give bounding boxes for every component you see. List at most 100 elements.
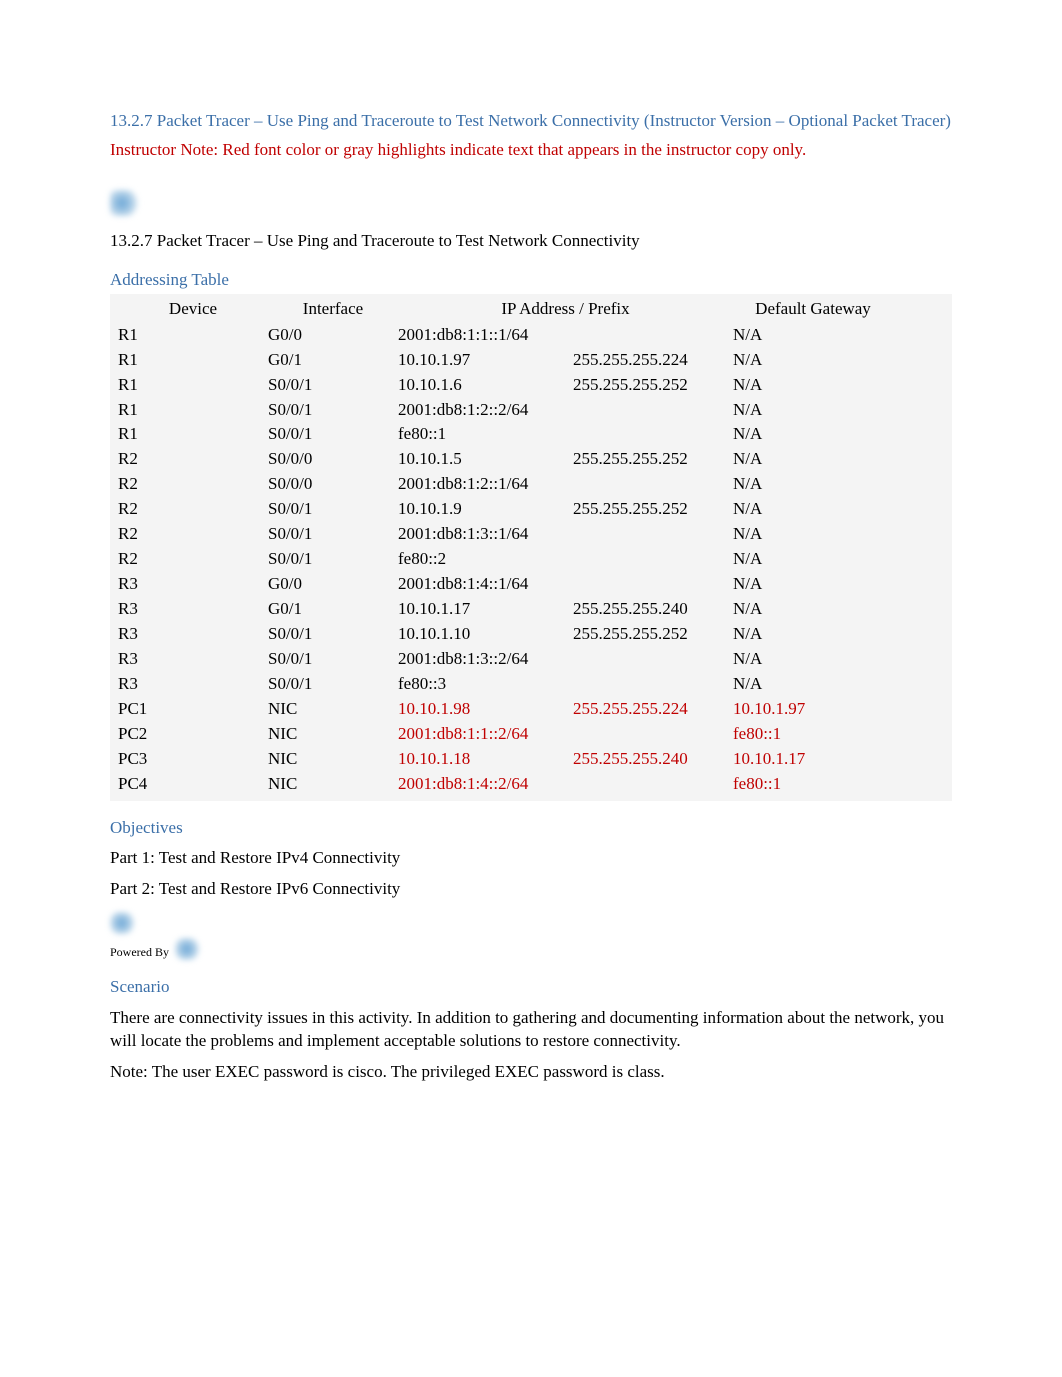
cell-interface: NIC [268,747,398,772]
cell-device: PC2 [114,722,268,747]
cell-device: R2 [114,497,268,522]
cell-ip: 2001:db8:1:1::2/64 [398,722,573,747]
blurred-icon [110,190,140,216]
instructor-note-body: Red font color or gray highlights indica… [218,140,806,159]
objectives-heading: Objectives [110,817,952,840]
cell-device: R2 [114,472,268,497]
cell-device: R1 [114,422,268,447]
table-row: R1G0/110.10.1.97255.255.255.224N/A [114,348,948,373]
cell-device: PC1 [114,697,268,722]
table-row: R3S0/0/110.10.1.10255.255.255.252N/A [114,622,948,647]
cell-device: PC4 [114,772,268,797]
table-header-row: Device Interface IP Address / Prefix Def… [114,296,948,323]
cell-device: R2 [114,547,268,572]
cell-interface: S0/0/1 [268,422,398,447]
cell-ip: 10.10.1.9 [398,497,573,522]
table-row: R2S0/0/1fe80::2N/A [114,547,948,572]
cell-ip: 10.10.1.18 [398,747,573,772]
header-gateway: Default Gateway [733,296,893,323]
cell-ip: 2001:db8:1:4::2/64 [398,772,573,797]
cell-ip: 10.10.1.6 [398,373,573,398]
cell-interface: NIC [268,697,398,722]
cell-ip: fe80::2 [398,547,573,572]
cell-interface: S0/0/1 [268,672,398,697]
blurred-icon [175,938,201,960]
cell-interface: S0/0/1 [268,647,398,672]
cell-device: R3 [114,572,268,597]
table-row: R3G0/02001:db8:1:4::1/64N/A [114,572,948,597]
cell-device: R2 [114,522,268,547]
cell-gateway: N/A [733,672,893,697]
cell-mask: 255.255.255.252 [573,497,733,522]
cell-gateway: 10.10.1.97 [733,697,893,722]
cell-interface: S0/0/1 [268,622,398,647]
header-ip-prefix: IP Address / Prefix [398,296,733,323]
table-row: R1S0/0/110.10.1.6255.255.255.252N/A [114,373,948,398]
cell-gateway: fe80::1 [733,772,893,797]
cell-ip: 2001:db8:1:1::1/64 [398,323,573,348]
document-title: 13.2.7 Packet Tracer – Use Ping and Trac… [110,111,951,130]
cell-ip: 2001:db8:1:2::2/64 [398,398,573,423]
cell-mask: 255.255.255.224 [573,348,733,373]
cell-interface: S0/0/1 [268,547,398,572]
cell-ip: 10.10.1.98 [398,697,573,722]
objectives-part2: Part 2: Test and Restore IPv6 Connectivi… [110,878,952,901]
cell-mask [573,672,733,697]
cell-mask: 255.255.255.252 [573,622,733,647]
powered-by-block: Powered By [110,911,952,960]
cell-device: R1 [114,323,268,348]
cell-ip: 2001:db8:1:3::1/64 [398,522,573,547]
cell-interface: G0/0 [268,323,398,348]
cell-mask [573,422,733,447]
cell-device: R3 [114,597,268,622]
cell-mask [573,398,733,423]
cell-gateway: N/A [733,348,893,373]
header-device: Device [114,296,268,323]
cell-device: R3 [114,622,268,647]
cell-mask: 255.255.255.252 [573,447,733,472]
cell-gateway: N/A [733,447,893,472]
objectives-part1: Part 1: Test and Restore IPv4 Connectivi… [110,847,952,870]
powered-by-label: Powered By [110,944,169,960]
header-interface: Interface [268,296,398,323]
cell-ip: 2001:db8:1:2::1/64 [398,472,573,497]
note-pw2: class [627,1062,660,1081]
cell-gateway: N/A [733,373,893,398]
cell-gateway: fe80::1 [733,722,893,747]
cell-mask: 255.255.255.240 [573,597,733,622]
scenario-note: Note: The user EXEC password is cisco. T… [110,1061,952,1084]
cell-mask [573,323,733,348]
table-row: R2S0/0/12001:db8:1:3::1/64N/A [114,522,948,547]
cell-ip: 10.10.1.17 [398,597,573,622]
cell-gateway: N/A [733,647,893,672]
table-row: R1S0/0/1fe80::1N/A [114,422,948,447]
cell-mask [573,522,733,547]
cell-device: R3 [114,672,268,697]
table-row: PC4NIC2001:db8:1:4::2/64fe80::1 [114,772,948,797]
table-row: R2S0/0/02001:db8:1:2::1/64N/A [114,472,948,497]
cell-gateway: N/A [733,323,893,348]
cell-interface: G0/1 [268,348,398,373]
cell-mask [573,772,733,797]
note-body-3: . [660,1062,664,1081]
cell-gateway: N/A [733,522,893,547]
cell-mask [573,547,733,572]
note-pw1: cisco [348,1062,383,1081]
cell-gateway: 10.10.1.17 [733,747,893,772]
table-row: R3S0/0/1fe80::3 N/A [114,672,948,697]
cell-mask: 255.255.255.252 [573,373,733,398]
cell-ip: fe80::3 [398,672,573,697]
cell-interface: S0/0/0 [268,447,398,472]
cell-ip: 2001:db8:1:4::1/64 [398,572,573,597]
cell-ip: 10.10.1.97 [398,348,573,373]
table-row: R2S0/0/010.10.1.5255.255.255.252N/A [114,447,948,472]
instructor-note-label: Instructor Note: [110,140,218,159]
cell-ip: 10.10.1.10 [398,622,573,647]
cell-ip: 10.10.1.5 [398,447,573,472]
cell-gateway: N/A [733,572,893,597]
cell-interface: S0/0/1 [268,497,398,522]
table-row: R2S0/0/110.10.1.9255.255.255.252N/A [114,497,948,522]
cell-device: R3 [114,647,268,672]
addressing-table: Device Interface IP Address / Prefix Def… [110,294,952,801]
table-row: PC1NIC10.10.1.98255.255.255.22410.10.1.9… [114,697,948,722]
